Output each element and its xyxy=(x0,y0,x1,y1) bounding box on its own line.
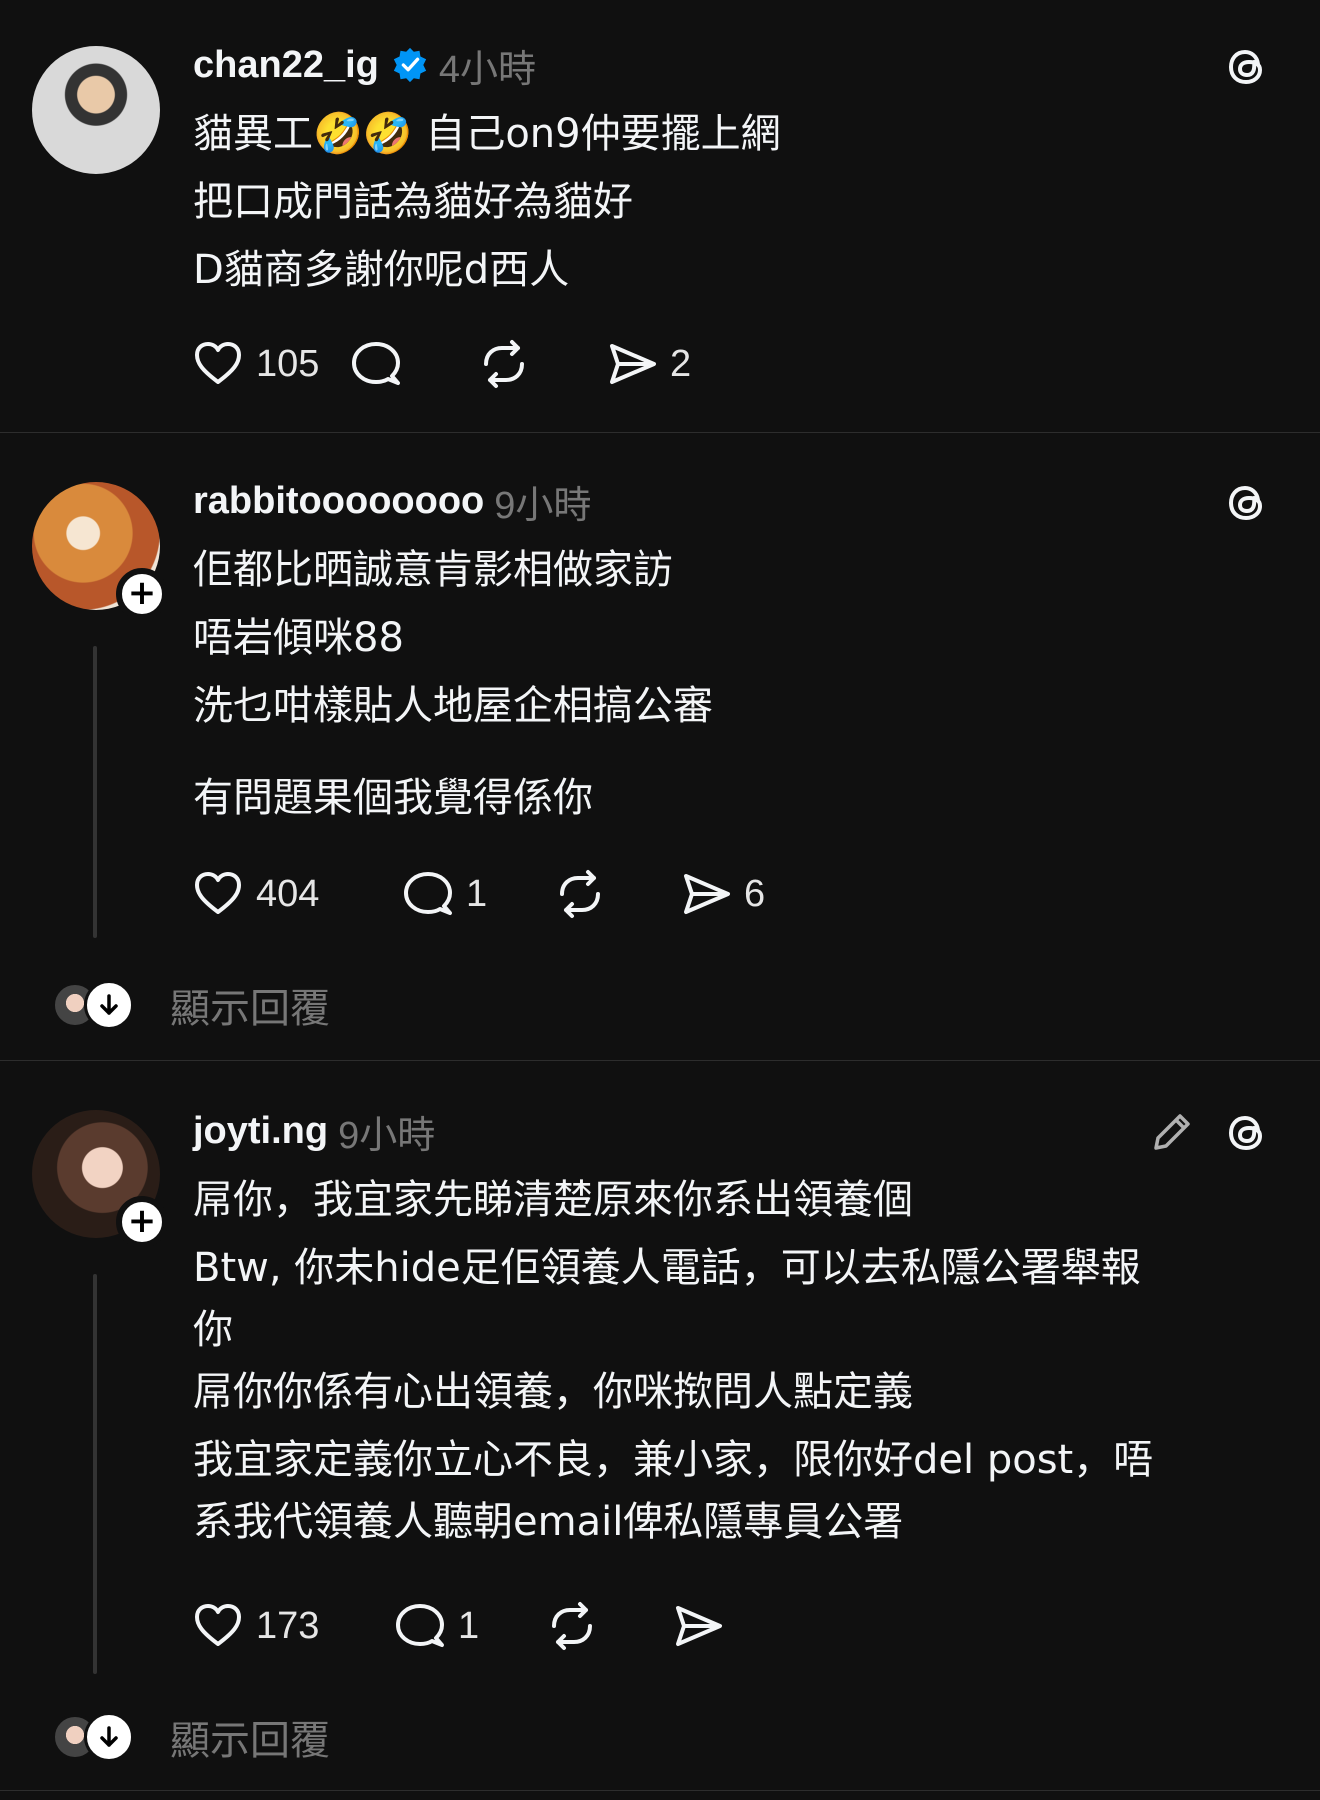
thread-line xyxy=(93,1274,97,1674)
post-line: 把口成門話為貓好為貓好 xyxy=(193,179,633,225)
post-line: 佢都比晒誠意肯影相做家訪 xyxy=(193,547,673,593)
comment-icon xyxy=(352,342,400,385)
send-icon xyxy=(676,1606,722,1646)
avatar[interactable] xyxy=(32,46,160,174)
post-1: chan22_ig 4小時 貓異工🤣🤣 自己on9仲要擺上網 把口成門話為貓好為… xyxy=(0,0,1320,432)
divider xyxy=(0,1060,1320,1061)
thread-line xyxy=(93,646,97,938)
heart-icon xyxy=(195,342,241,384)
post-line: 有問題果個我覺得係你 xyxy=(193,775,593,821)
like-button[interactable]: 173 xyxy=(190,1598,392,1654)
post-line: 屌你你係有心出領養，你咪揿問人點定義 xyxy=(193,1369,913,1415)
send-icon xyxy=(610,344,656,384)
share-button[interactable]: 2 xyxy=(604,336,691,392)
like-count: 105 xyxy=(256,342,320,385)
username[interactable]: rabbitoooooooo xyxy=(193,480,484,523)
divider xyxy=(0,432,1320,433)
comment-icon xyxy=(396,1604,444,1647)
post-body: 屌你，我宜家先睇清楚原來你系出領養個 Btw, 你未hide足佢領養人電話，可以… xyxy=(193,1166,1273,1550)
post-header: joyti.ng 9小時 xyxy=(193,1106,436,1157)
post-header: chan22_ig 4小時 xyxy=(193,40,537,91)
reply-count: 1 xyxy=(466,872,488,915)
post-line: Btw, 你未hide足佢領養人電話，可以去私隱公署舉報 xyxy=(193,1245,1141,1291)
repost-icon xyxy=(552,1602,592,1650)
threads-logo-icon[interactable] xyxy=(1222,42,1272,92)
repost-icon xyxy=(484,340,524,388)
follow-plus-icon[interactable]: + xyxy=(116,1196,168,1248)
post-line: D貓商多謝你呢d西人 xyxy=(193,247,570,293)
like-count: 404 xyxy=(256,872,320,915)
post-time: 9小時 xyxy=(338,1114,436,1157)
post-time: 4小時 xyxy=(438,48,537,91)
arrow-down-icon xyxy=(84,1712,134,1762)
follow-plus-icon[interactable]: + xyxy=(116,568,168,620)
action-bar: 173 1 xyxy=(190,1596,726,1656)
like-button[interactable]: 404 xyxy=(190,866,400,922)
show-replies-label: 顯示回覆 xyxy=(170,1718,330,1764)
post-line: 我宜家定義你立心不良，兼小家，限你好del post，唔 xyxy=(193,1437,1154,1483)
reply-button[interactable]: 1 xyxy=(400,866,552,922)
post-line: 系我代領養人聽朝email俾私隱專員公署 xyxy=(193,1499,904,1545)
action-bar: 105 2 xyxy=(190,334,691,394)
share-count: 6 xyxy=(744,872,766,915)
repost-button[interactable] xyxy=(476,336,604,392)
post-header: rabbitoooooooo 9小時 xyxy=(193,476,592,527)
action-bar: 404 1 6 xyxy=(190,864,765,924)
heart-icon xyxy=(195,872,241,914)
show-replies-button[interactable]: 顯示回覆 xyxy=(52,976,330,1034)
arrow-down-icon xyxy=(84,980,134,1030)
username[interactable]: chan22_ig xyxy=(193,44,379,87)
threads-logo-icon[interactable] xyxy=(1222,478,1272,528)
repost-icon xyxy=(560,870,600,918)
show-replies-button[interactable]: 顯示回覆 xyxy=(52,1708,330,1766)
show-replies-label: 顯示回覆 xyxy=(170,986,330,1032)
reply-button[interactable] xyxy=(348,336,476,392)
like-button[interactable]: 105 xyxy=(190,336,348,392)
heart-icon xyxy=(195,1604,241,1646)
username[interactable]: joyti.ng xyxy=(193,1110,328,1153)
post-line: 貓異工🤣🤣 自己on9仲要擺上網 xyxy=(193,111,781,157)
post-body: 佢都比晒誠意肯影相做家訪 唔岩傾咪88 洗乜咁樣貼人地屋企相搞公審 有問題果個我… xyxy=(193,536,1273,832)
like-count: 173 xyxy=(256,1604,320,1647)
post-time: 9小時 xyxy=(494,484,592,527)
repost-button[interactable] xyxy=(552,866,678,922)
reply-button[interactable]: 1 xyxy=(392,1598,544,1654)
verified-badge-icon xyxy=(393,47,427,83)
share-button[interactable]: 6 xyxy=(678,866,765,922)
post-line: 洗乜咁樣貼人地屋企相搞公審 xyxy=(193,683,713,729)
send-icon xyxy=(684,874,730,914)
share-count: 2 xyxy=(670,342,692,385)
post-line: 屌你，我宜家先睇清楚原來你系出領養個 xyxy=(193,1177,913,1223)
edit-pencil-icon[interactable] xyxy=(1148,1108,1196,1156)
post-line: 你 xyxy=(193,1307,233,1353)
reply-count: 1 xyxy=(458,1604,480,1647)
threads-logo-icon[interactable] xyxy=(1222,1108,1272,1158)
share-button[interactable] xyxy=(670,1598,726,1654)
post-line: 唔岩傾咪88 xyxy=(193,615,404,661)
post-body: 貓異工🤣🤣 自己on9仲要擺上網 把口成門話為貓好為貓好 D貓商多謝你呢d西人 xyxy=(193,100,1273,304)
comment-icon xyxy=(404,872,452,915)
divider xyxy=(0,1790,1320,1791)
repost-button[interactable] xyxy=(544,1598,670,1654)
